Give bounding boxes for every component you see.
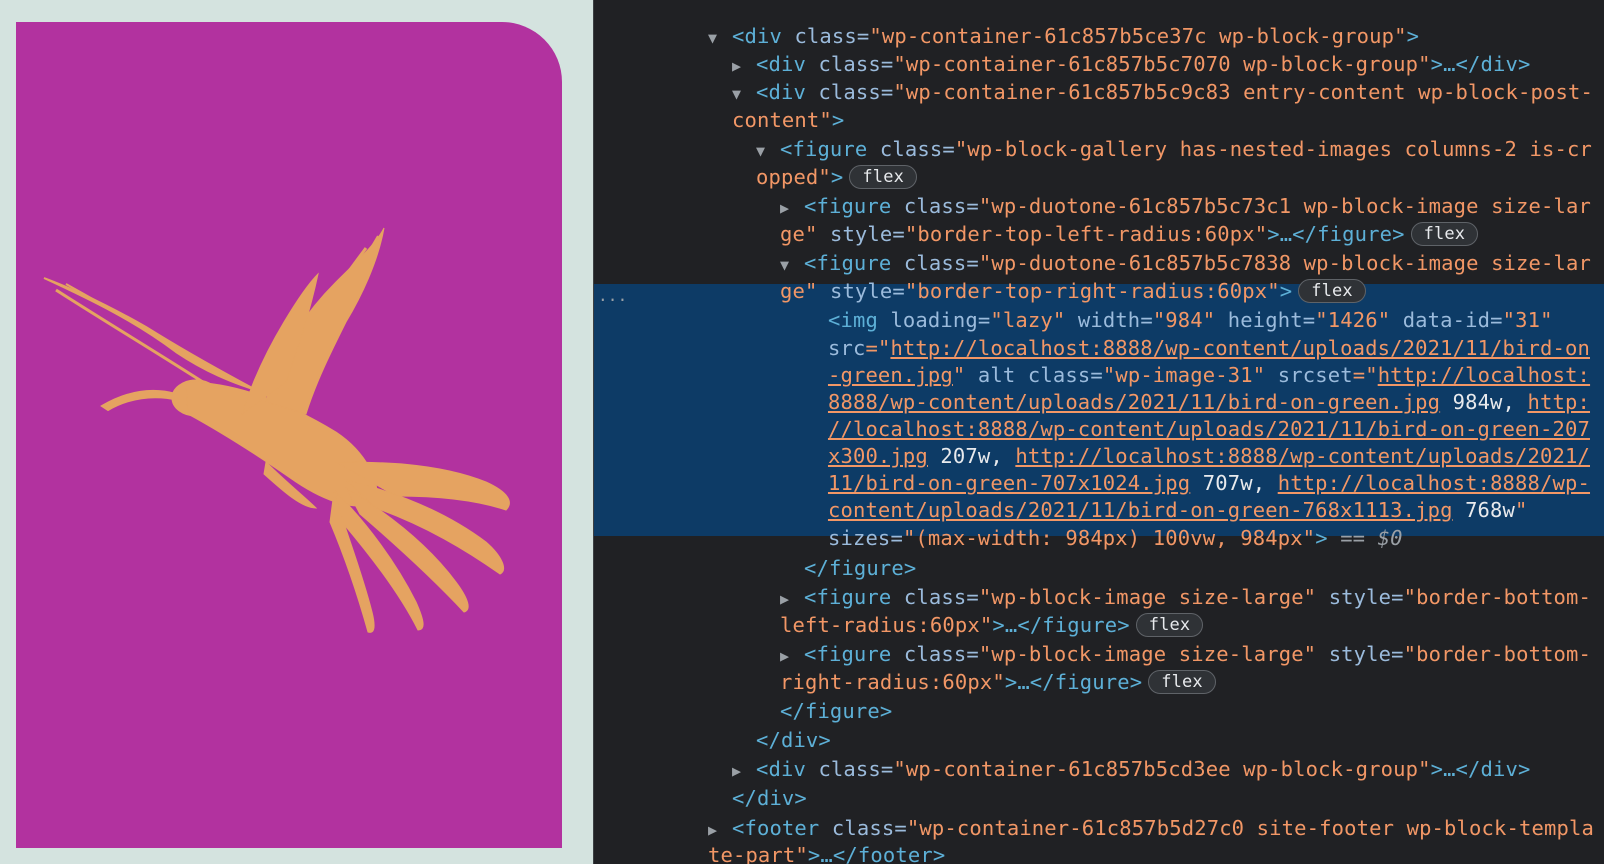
dom-node-div-entry-content[interactable]: ▼ <div class="wp-container-61c857b5c9c83 …: [682, 50, 1593, 104]
img-srcset-line: x300.jpg 207w, http://localhost:8888/wp-…: [827, 444, 1590, 468]
dom-node-div-container[interactable]: ▼ <div class="wp-container-61c857b5ce37c …: [658, 0, 1419, 48]
dom-node-continuation: ge" style="border-top-left-radius:60px">…: [730, 192, 1479, 246]
node-actions-ellipsis[interactable]: ...: [598, 286, 627, 305]
dom-node-continuation: left-radius:60px">…</figure> flex: [730, 583, 1204, 637]
hummingbird-illustration: [43, 227, 510, 633]
img-srcset-line: 11/bird-on-green-707x1024.jpg 707w, http…: [827, 471, 1591, 495]
img-srcset-line: //localhost:8888/wp-content/uploads/2021…: [778, 387, 1590, 441]
dom-node-close-figure[interactable]: </figure>: [730, 669, 892, 723]
dom-node-close-figure[interactable]: </figure>: [754, 526, 916, 580]
dom-node-div-collapsed[interactable]: ▶ <div class="wp-container-61c857b5cd3ee …: [682, 727, 1531, 781]
dom-node-close-div[interactable]: </div>: [706, 698, 831, 752]
selected-node-marker: == $0: [1340, 526, 1403, 550]
dom-node-figure-image[interactable]: ▶ <figure class="wp-block-image size-larg…: [730, 612, 1591, 666]
dom-node-figure-duotone[interactable]: ▶ <figure class="wp-duotone-61c857b5c73c1…: [730, 164, 1591, 218]
dom-node-continuation: te-part">…</footer>: [707, 843, 946, 864]
dom-node-figure-image[interactable]: ▶ <figure class="wp-block-image size-larg…: [730, 555, 1591, 609]
dom-node-figure-gallery[interactable]: ▼ <figure class="wp-block-gallery has-nes…: [706, 107, 1592, 161]
img-src-line: src="http://localhost:8888/wp-content/up…: [827, 336, 1590, 360]
dom-node-close-div[interactable]: </div>: [682, 756, 807, 810]
dom-node-footer[interactable]: ▶ <footer class="wp-container-61c857b5d27…: [658, 786, 1594, 840]
dom-node-figure-duotone-selected-parent[interactable]: ▼ <figure class="wp-duotone-61c857b5c7838…: [730, 221, 1591, 275]
dom-node-continuation: ge" style="border-top-right-radius:60px"…: [730, 249, 1366, 303]
dom-node-continuation: content">: [731, 108, 845, 132]
devtools-elements-panel: ... ▼ <div class="wp-container-61c857b5ce…: [594, 0, 1604, 864]
dom-node-continuation: opped"> flex: [706, 135, 917, 189]
bird-image: [16, 22, 562, 848]
dom-node-continuation: right-radius:60px">…</figure> flex: [730, 640, 1216, 694]
flex-badge[interactable]: flex: [1148, 670, 1216, 694]
dom-node-img-selected[interactable]: <img loading="lazy" width="984" height="…: [778, 278, 1553, 332]
img-srcset-line: 8888/wp-content/uploads/2021/11/bird-on-…: [827, 390, 1591, 414]
img-alt-class-line: -green.jpg" alt class="wp-image-31" srcs…: [827, 363, 1591, 387]
page-preview: [0, 0, 593, 864]
img-srcset-line: content/uploads/2021/11/bird-on-green-76…: [827, 498, 1528, 522]
img-sizes-line: sizes="(max-width: 984px) 100vw, 984px">…: [827, 526, 1403, 550]
dom-node-div-collapsed[interactable]: ▶ <div class="wp-container-61c857b5c7070 …: [682, 22, 1531, 76]
